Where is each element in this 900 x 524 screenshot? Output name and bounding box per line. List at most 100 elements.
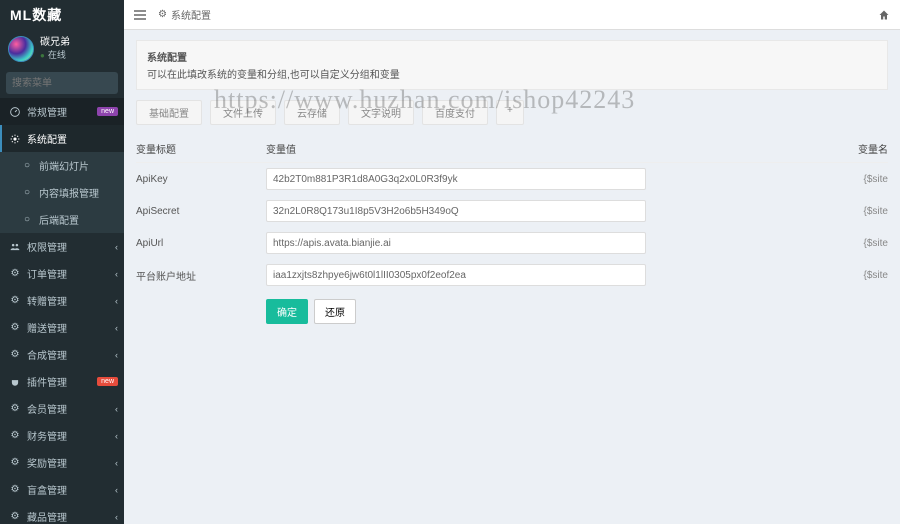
config-row: ApiKey {$site (136, 163, 888, 195)
gear-icon: ⚙ (8, 484, 22, 495)
main-area: ⚙ 系统配置 https://www.huzhan.com/ishop42243… (124, 0, 900, 524)
row-label: 平台账户地址 (136, 268, 266, 283)
reset-button[interactable]: 还原 (314, 299, 356, 324)
gear-icon (8, 134, 22, 144)
chevron-left-icon: ‹ (115, 242, 118, 252)
menu-quanxian[interactable]: 权限管理 ‹ (0, 233, 124, 260)
avatar[interactable] (8, 36, 34, 62)
circle-icon: ○ (20, 214, 34, 225)
apiurl-input[interactable] (266, 232, 646, 254)
badge-new: new (97, 377, 118, 386)
row-extra: {$site (848, 206, 888, 217)
platform-addr-input[interactable] (266, 264, 646, 286)
menu-label: 系统配置 (27, 131, 67, 146)
menu-chajian[interactable]: 插件管理 new (0, 368, 124, 395)
users-icon (8, 242, 22, 252)
row-extra: {$site (848, 174, 888, 185)
menu-sub-1[interactable]: ○前端幻灯片 (0, 152, 124, 179)
menu-jiangli[interactable]: ⚙奖励管理‹ (0, 449, 124, 476)
menu-hecheng[interactable]: ⚙ 合成管理 ‹ (0, 341, 124, 368)
submit-button[interactable]: 确定 (266, 299, 308, 324)
gear-icon: ⚙ (158, 9, 167, 20)
chevron-left-icon: ‹ (115, 350, 118, 360)
menu-sub-2[interactable]: ○ 内容填报管理 (0, 179, 124, 206)
table-header: 变量标题 变量值 变量名 (136, 135, 888, 163)
menu-zhuanzeng[interactable]: ⚙ 转赠管理 ‹ (0, 287, 124, 314)
chevron-left-icon: ‹ (115, 296, 118, 306)
chevron-left-icon: ‹ (115, 323, 118, 333)
alert-box: 系统配置 可以在此填改系统的变量和分组,也可以自定义分组和变量 (136, 40, 888, 90)
user-panel: 碳兄弟 在线 (0, 30, 124, 68)
dashboard-icon (8, 107, 22, 117)
menu-toggle-icon[interactable] (134, 10, 146, 20)
sidebar: ML数藏 碳兄弟 在线 常规管理 new 系统配置 ○前端幻灯片 (0, 0, 124, 524)
tab-cloud[interactable]: 云存储 (284, 100, 340, 125)
apikey-input[interactable] (266, 168, 646, 190)
menu-label: 会员管理 (27, 401, 67, 416)
col-value: 变量值 (266, 141, 848, 156)
menu-label: 合成管理 (27, 347, 67, 362)
menu-cangpin[interactable]: ⚙ 藏品管理 ‹ (0, 503, 124, 524)
plug-icon (8, 377, 22, 387)
user-status: 在线 (40, 49, 70, 62)
chevron-left-icon: ‹ (115, 458, 118, 468)
sidebar-search[interactable] (6, 72, 118, 94)
row-extra: {$site (848, 270, 888, 281)
col-label: 变量标题 (136, 141, 266, 156)
gear-icon: ⚙ (8, 511, 22, 522)
menu-caiwu[interactable]: ⚙ 财务管理 ‹ (0, 422, 124, 449)
menu-label: 财务管理 (27, 428, 67, 443)
apisecret-input[interactable] (266, 200, 646, 222)
menu-label: 赠送管理 (27, 320, 67, 335)
config-row: 平台账户地址 {$site (136, 259, 888, 291)
menu-label: 转赠管理 (27, 293, 67, 308)
menu-label: 插件管理 (27, 374, 67, 389)
circle-icon: ○ (20, 187, 34, 198)
badge-new: new (97, 107, 118, 116)
user-name: 碳兄弟 (40, 37, 70, 49)
chevron-left-icon: ‹ (115, 512, 118, 522)
gear-icon: ⚙ (8, 295, 22, 306)
menu-label: 藏品管理 (27, 509, 67, 524)
gear-icon: ⚙ (8, 268, 22, 279)
menu-xitong[interactable]: 系统配置 (0, 125, 124, 152)
chevron-left-icon: ‹ (115, 404, 118, 414)
tab-bar: 基础配置 文件上传 云存储 文字说明 百度支付 + (136, 100, 888, 125)
brand-logo: ML数藏 (0, 0, 124, 30)
menu-label: 权限管理 (27, 239, 67, 254)
row-label: ApiUrl (136, 238, 266, 249)
chevron-left-icon: ‹ (115, 269, 118, 279)
config-row: ApiUrl {$site (136, 227, 888, 259)
button-row: 确定 还原 (136, 291, 888, 324)
alert-title: 系统配置 (147, 49, 877, 64)
gear-icon: ⚙ (8, 403, 22, 414)
row-label: ApiSecret (136, 206, 266, 217)
gear-icon: ⚙ (8, 430, 22, 441)
tab-text[interactable]: 文字说明 (348, 100, 414, 125)
config-row: ApiSecret {$site (136, 195, 888, 227)
tab-pay[interactable]: 百度支付 (422, 100, 488, 125)
alert-text: 可以在此填改系统的变量和分组,也可以自定义分组和变量 (147, 70, 400, 81)
tab-upload[interactable]: 文件上传 (210, 100, 276, 125)
tab-basic[interactable]: 基础配置 (136, 100, 202, 125)
menu-huiyuan[interactable]: ⚙ 会员管理 ‹ (0, 395, 124, 422)
circle-icon: ○ (20, 160, 34, 171)
menu-changgui[interactable]: 常规管理 new (0, 98, 124, 125)
menu-sub-3[interactable]: ○后端配置 (0, 206, 124, 233)
menu-label: 订单管理 (27, 266, 67, 281)
chevron-left-icon: ‹ (115, 485, 118, 495)
menu-dingdan[interactable]: ⚙ 订单管理 ‹ (0, 260, 124, 287)
home-icon[interactable] (878, 9, 890, 21)
sidebar-menu: 常规管理 new 系统配置 ○前端幻灯片 ○ 内容填报管理 ○后端配置 权限管理 ‹… (0, 98, 124, 524)
gear-icon: ⚙ (8, 322, 22, 333)
tab-add[interactable]: + (496, 100, 524, 125)
page-title: 系统配置 (171, 7, 211, 22)
gear-icon: ⚙ (8, 349, 22, 360)
menu-label: 常规管理 (27, 104, 67, 119)
chevron-left-icon: ‹ (115, 431, 118, 441)
menu-zengsong[interactable]: ⚙ 赠送管理 ‹ (0, 314, 124, 341)
menu-label: 内容填报管理 (39, 185, 99, 200)
row-extra: {$site (848, 238, 888, 249)
row-label: ApiKey (136, 174, 266, 185)
menu-manghe[interactable]: ⚙盲盒管理‹ (0, 476, 124, 503)
